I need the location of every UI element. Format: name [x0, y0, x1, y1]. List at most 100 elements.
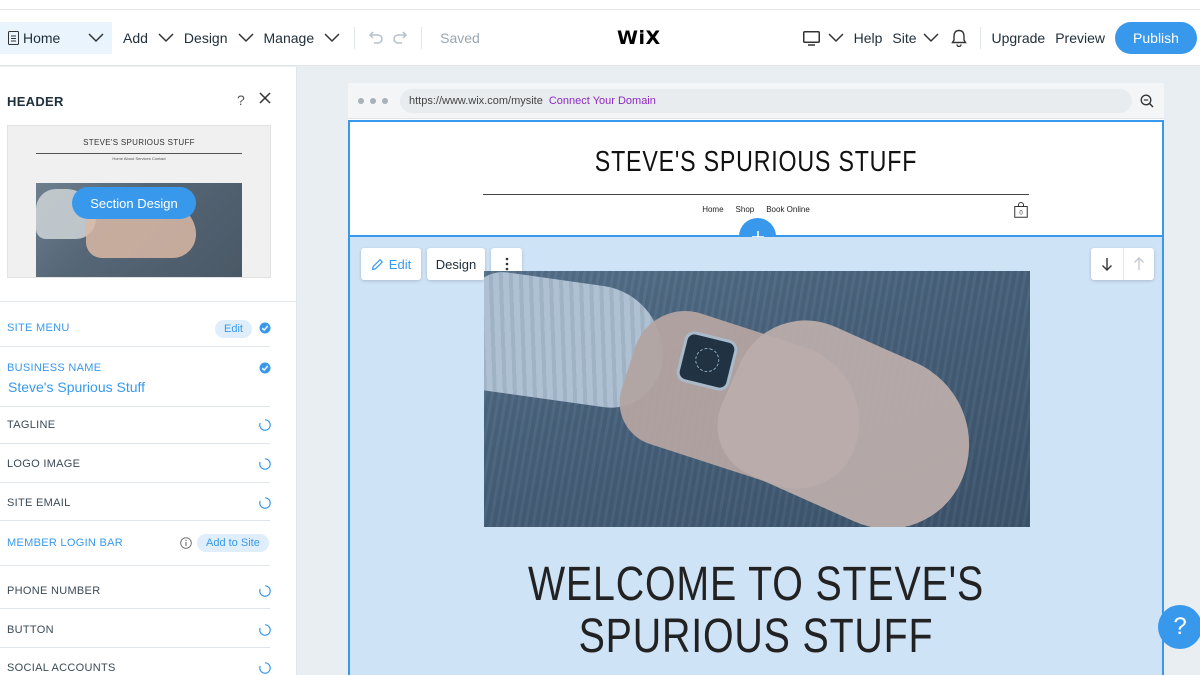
site-preview-frame: https://www.wix.com/mysite Connect Your … — [348, 83, 1164, 675]
menu-manage[interactable]: Manage — [264, 10, 341, 65]
edit-button-label: Edit — [388, 256, 412, 272]
move-up-button[interactable] — [1122, 248, 1155, 280]
help-icon[interactable]: ? — [237, 92, 245, 108]
zoom-out-icon[interactable] — [1140, 94, 1154, 108]
setting-label: BUTTON — [7, 624, 54, 636]
welcome-heading[interactable]: WELCOME TO STEVE'S SPURIOUS STUFF — [423, 559, 1089, 663]
bell-icon — [950, 29, 967, 47]
close-icon[interactable] — [259, 92, 271, 104]
site-header-section[interactable]: STEVE'S SPURIOUS STUFF Home Shop Book On… — [348, 120, 1164, 255]
more-vertical-icon — [505, 257, 508, 271]
chevron-down-icon — [922, 33, 939, 43]
header-divider-line — [483, 194, 1029, 195]
browser-address-bar: https://www.wix.com/mysite Connect Your … — [348, 83, 1164, 119]
hero-image-hands-smartwatch[interactable] — [484, 271, 1030, 527]
toolbar-divider — [354, 26, 356, 49]
window-top-strip — [0, 0, 1200, 10]
section-design-button[interactable]: Section Design — [72, 187, 196, 219]
chevron-down-icon — [828, 33, 844, 43]
nav-item-home[interactable]: Home — [702, 205, 723, 214]
header-settings-panel: HEADER ? STEVE'S SPURIOUS STUFF Home Abo… — [0, 67, 297, 675]
toolbar-divider — [979, 27, 981, 49]
empty-status-icon — [259, 662, 271, 674]
publish-button[interactable]: Publish — [1115, 22, 1197, 54]
nav-item-shop[interactable]: Shop — [736, 205, 755, 214]
checkmark-icon — [259, 362, 271, 374]
move-section-controls — [1091, 248, 1154, 280]
row-divider — [0, 346, 270, 347]
thumbnail-divider — [36, 153, 242, 154]
panel-title: HEADER — [7, 94, 64, 109]
help-menu-label: Help — [853, 30, 883, 46]
toolbar-divider — [421, 26, 423, 49]
editor-top-bar: Home Add Design Manage Saved WiX Help Si… — [0, 10, 1200, 66]
device-switcher[interactable] — [802, 10, 844, 66]
chevron-down-icon — [324, 32, 340, 42]
upgrade-link[interactable]: Upgrade — [992, 10, 1046, 66]
panel-divider — [0, 301, 297, 302]
header-thumbnail[interactable]: STEVE'S SPURIOUS STUFF Home About Servic… — [7, 125, 271, 278]
add-to-site-button[interactable]: Add to Site — [197, 534, 269, 552]
move-down-button[interactable] — [1091, 248, 1123, 280]
upgrade-label: Upgrade — [991, 30, 1046, 46]
setting-label: TAGLINE — [7, 419, 56, 431]
cart-icon[interactable]: 0 — [1014, 202, 1028, 218]
menu-add[interactable]: Add — [123, 10, 174, 65]
arrow-up-icon — [1133, 257, 1144, 270]
undo-icon[interactable] — [367, 30, 383, 45]
row-divider — [0, 647, 270, 648]
save-status: Saved — [440, 29, 480, 46]
page-selector[interactable]: Home — [0, 21, 112, 54]
connect-domain-link[interactable]: Connect Your Domain — [549, 95, 656, 107]
setting-label: SOCIAL ACCOUNTS — [7, 662, 116, 674]
design-button[interactable]: Design — [427, 248, 485, 280]
row-divider — [0, 443, 270, 444]
setting-label: BUSINESS NAME — [7, 362, 102, 374]
empty-status-icon — [259, 624, 271, 636]
info-icon[interactable] — [180, 537, 192, 549]
preview-button[interactable]: Preview — [1055, 10, 1105, 66]
business-name-value[interactable]: Steve's Spurious Stuff — [8, 379, 145, 395]
chevron-down-icon — [237, 32, 254, 42]
site-navigation[interactable]: Home Shop Book Online — [350, 205, 1162, 214]
setting-label: SITE MENU — [7, 322, 70, 334]
setting-label: PHONE NUMBER — [7, 585, 101, 597]
page-selector-label: Home — [23, 29, 61, 46]
desktop-icon — [802, 30, 820, 46]
empty-status-icon — [259, 497, 271, 509]
menu-design-label: Design — [183, 29, 228, 46]
welcome-line-2: SPURIOUS STUFF — [578, 610, 934, 663]
help-menu[interactable]: Help — [854, 10, 883, 66]
redo-icon[interactable] — [393, 30, 409, 45]
cart-count: 0 — [1019, 211, 1023, 217]
empty-status-icon — [259, 458, 271, 470]
site-menu-label: Site — [892, 30, 917, 46]
thumbnail-site-name: STEVE'S SPURIOUS STUFF — [83, 138, 195, 147]
notifications-button[interactable] — [950, 10, 967, 66]
site-name-heading[interactable]: STEVE'S SPURIOUS STUFF — [431, 146, 1081, 179]
arrow-down-icon — [1101, 258, 1112, 271]
window-dots — [358, 98, 388, 104]
nav-item-book-online[interactable]: Book Online — [766, 205, 810, 214]
menu-design[interactable]: Design — [184, 10, 254, 65]
help-chat-button[interactable]: ? — [1158, 605, 1200, 649]
row-divider — [0, 482, 270, 483]
url-field: https://www.wix.com/mysite Connect Your … — [400, 89, 1132, 113]
selected-strip-section[interactable]: Edit Design WELCOME TO STEVE'S SPURIOUS … — [348, 237, 1164, 675]
empty-status-icon — [259, 585, 271, 597]
empty-status-icon — [259, 419, 271, 431]
edit-site-menu-button[interactable]: Edit — [215, 320, 252, 338]
pencil-icon — [371, 258, 383, 270]
row-divider — [0, 565, 270, 566]
wix-logo: WiX — [617, 27, 661, 49]
page-icon — [8, 30, 19, 45]
menu-manage-label: Manage — [263, 29, 315, 46]
editor-canvas: https://www.wix.com/mysite Connect Your … — [298, 67, 1200, 675]
setting-label: MEMBER LOGIN BAR — [7, 537, 124, 549]
site-menu[interactable]: Site — [892, 10, 939, 66]
welcome-line-1: WELCOME TO STEVE'S — [527, 558, 985, 611]
edit-button[interactable]: Edit — [361, 248, 421, 280]
chevron-down-icon — [88, 32, 104, 42]
row-divider — [0, 608, 270, 609]
row-divider — [0, 406, 270, 407]
